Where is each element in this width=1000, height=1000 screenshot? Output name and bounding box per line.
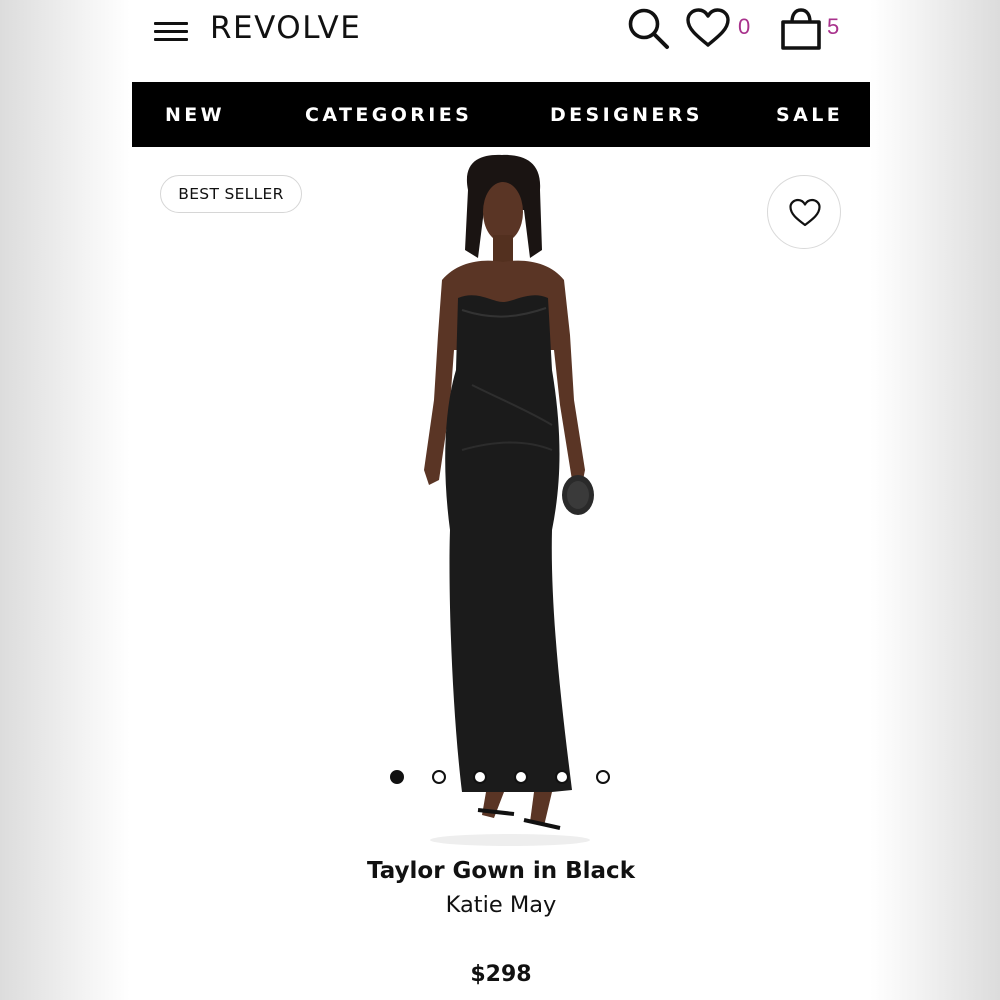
nav-designers[interactable]: DESIGNERS (550, 82, 703, 147)
product-brand[interactable]: Katie May (132, 892, 870, 918)
search-icon[interactable] (626, 6, 672, 57)
heart-icon[interactable] (685, 8, 731, 53)
add-to-wishlist-button[interactable] (767, 175, 841, 249)
carousel-dot-2[interactable] (432, 770, 446, 784)
carousel-dot-5[interactable] (555, 770, 569, 784)
shopping-bag-icon[interactable] (778, 6, 824, 57)
carousel-dot-1[interactable] (390, 770, 404, 784)
menu-icon[interactable] (154, 20, 190, 44)
nav-new[interactable]: NEW (165, 82, 225, 147)
carousel-dot-6[interactable] (596, 770, 610, 784)
nav-sale[interactable]: SALE (776, 82, 843, 147)
product-price: $298 (470, 962, 532, 987)
product-title: Taylor Gown in Black (366, 858, 635, 884)
bag-count: 5 (827, 14, 840, 39)
carousel-dot-3[interactable] (473, 770, 487, 784)
header: REVOLVE 0 5 (132, 0, 870, 82)
nav-categories[interactable]: CATEGORIES (305, 82, 472, 147)
heart-outline-icon (789, 198, 821, 227)
wishlist-count: 0 (738, 14, 751, 39)
image-carousel-dots (390, 770, 620, 786)
carousel-dot-4[interactable] (514, 770, 528, 784)
main-nav: NEW CATEGORIES DESIGNERS SALE (132, 82, 870, 147)
logo[interactable]: REVOLVE (210, 10, 361, 46)
best-seller-badge: BEST SELLER (160, 175, 302, 213)
product-image[interactable] (402, 150, 622, 850)
product-page: REVOLVE 0 5 NEW CATEGORIES DESIGNERS SAL… (132, 0, 870, 1000)
